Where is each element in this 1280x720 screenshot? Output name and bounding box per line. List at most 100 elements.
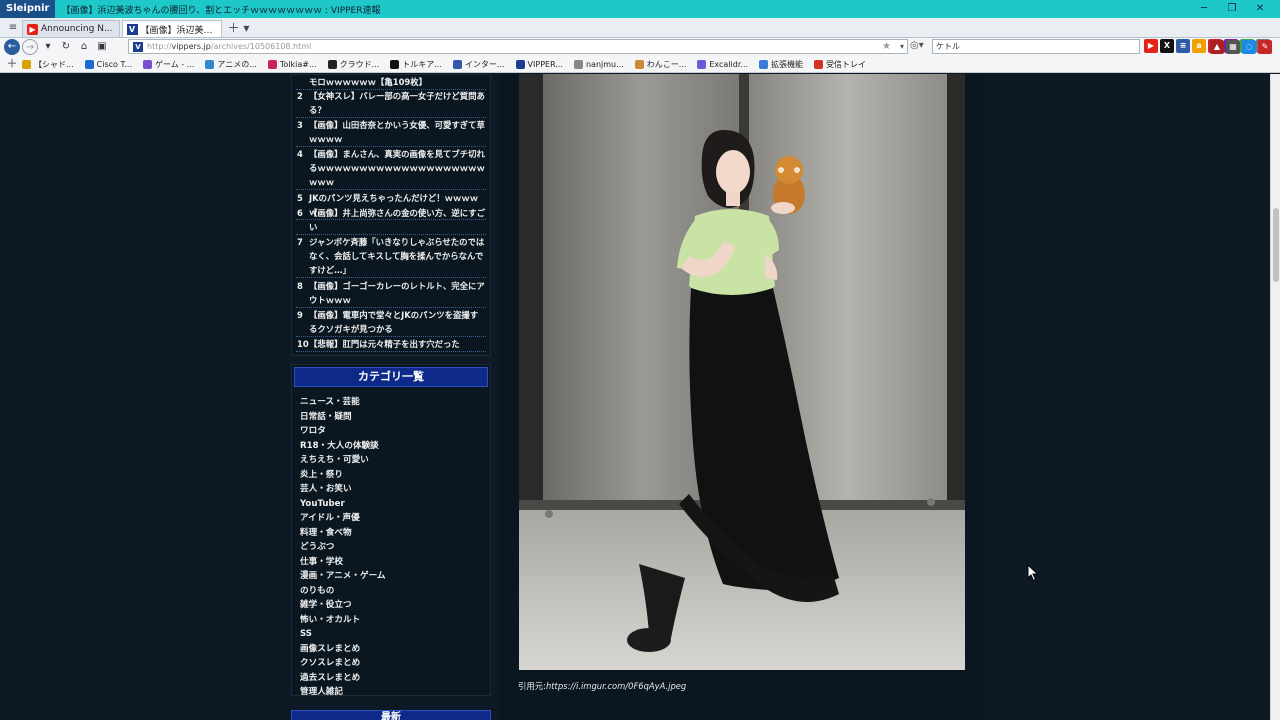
gmail-icon [814, 59, 824, 69]
ranking-title-link[interactable]: 【画像】ゴーゴーカレーのレトルト、完全にアウトｗｗｗ [309, 279, 486, 307]
search-engine-icon[interactable]: ◎▾ [910, 40, 924, 51]
back-button[interactable]: ← [4, 39, 20, 55]
category-link[interactable]: クソスレまとめ [300, 656, 490, 671]
bookmark-item[interactable]: わんこー... [634, 59, 686, 70]
ranking-title-link[interactable]: 【画像】電車内で堂々とJKのパンツを盗撮するクソガキが見つかる [309, 308, 486, 336]
bookmark-item[interactable]: Excalidr... [697, 59, 748, 69]
category-link[interactable]: YouTuber [300, 497, 490, 512]
ranking-title-link[interactable]: 【画像】井上尚弥さんの金の使い方、逆にすごい [309, 206, 486, 234]
save-icon[interactable]: ▣ [94, 39, 110, 55]
ranking-item[interactable]: 6 【画像】井上尚弥さんの金の使い方、逆にすごい [296, 206, 486, 235]
history-dropdown-icon[interactable]: ▾ [40, 39, 56, 55]
minimize-button[interactable]: ─ [1190, 0, 1218, 18]
close-button[interactable]: ✕ [1246, 0, 1274, 18]
ranking-item[interactable]: モロｗｗｗｗｗｗ【亀109枚】 [296, 75, 486, 90]
bookmark-item[interactable]: トルキア... [390, 59, 442, 70]
bookmark-item[interactable]: Tolkia#... [267, 59, 317, 69]
caption-url-link[interactable]: https://i.imgur.com/0F6qAyA.jpeg [546, 681, 686, 691]
new-tab-button[interactable]: ＋ ▾ [228, 19, 250, 37]
ranking-title-link[interactable]: ジャンボケ斉藤「いきなりしゃぶらせたのではなく、会話してキスして胸を揉んでからな… [309, 235, 486, 277]
tab-vipper[interactable]: V 【画像】浜辺美波... [121, 20, 222, 37]
ranking-title-link[interactable]: 【画像】まんさん、真実の画像を見てブチ切れるｗｗｗｗｗｗｗｗｗｗｗｗｗｗｗｗｗｗ… [309, 147, 486, 189]
ranking-title-link[interactable]: 【女神スレ】バレー部の高一女子だけど質問ある？ [309, 89, 486, 117]
bookmark-item[interactable]: インター... [452, 59, 505, 70]
category-link[interactable]: R18・大人の体験談 [300, 439, 490, 454]
inter-icon [452, 59, 462, 69]
ranking-title-link[interactable]: モロｗｗｗｗｗｗ【亀109枚】 [309, 75, 486, 89]
page-scrollbar[interactable] [1270, 74, 1280, 720]
category-link[interactable]: 雑学・役立つ [300, 598, 490, 613]
category-link[interactable]: 芸人・お笑い [300, 482, 490, 497]
category-link[interactable]: のりもの [300, 584, 490, 599]
bookmark-item[interactable]: ゲーム - ... [143, 59, 194, 70]
category-link[interactable]: 画像スレまとめ [300, 642, 490, 657]
bookmark-item[interactable]: アニメの... [205, 59, 257, 70]
amazon-icon[interactable]: a [1192, 39, 1206, 53]
bookmark-item[interactable]: クラウド... [327, 59, 379, 70]
category-link[interactable]: えちえち・可愛い [300, 453, 490, 468]
article-photo[interactable] [519, 74, 965, 670]
tab-menu-icon[interactable]: ≡ [4, 19, 22, 37]
category-link[interactable]: 料理・食べ物 [300, 526, 490, 541]
addon-icon[interactable]: ▲ [1210, 40, 1224, 54]
category-header: カテゴリ一覧 [294, 367, 488, 387]
address-bar[interactable]: V http:// vippers.jp /archives/10506108.… [128, 39, 908, 54]
bookmark-label: 受信トレイ [826, 59, 867, 69]
ranking-number: 6 [297, 208, 303, 218]
youtube-icon[interactable]: ▶ [1144, 39, 1158, 53]
bookmark-item[interactable]: VIPPER... [515, 59, 563, 69]
sidebar: モロｗｗｗｗｗｗ【亀109枚】 2 【女神スレ】バレー部の高一女子だけど質問ある？ 3… [291, 74, 491, 720]
category-link[interactable]: どうぶつ [300, 540, 490, 555]
bookmark-label: Tolkia#... [279, 59, 317, 69]
category-link[interactable]: 漫画・アニメ・ゲーム [300, 569, 490, 584]
scrollbar-thumb[interactable] [1273, 208, 1279, 282]
app-name-badge[interactable]: Sleipnir [0, 0, 56, 18]
grid-icon[interactable]: ▦ [1226, 40, 1240, 54]
bookmark-label: 拡張機能 [771, 59, 804, 69]
bookmark-item[interactable]: 【シャド... [22, 59, 74, 70]
bookmark-item[interactable]: 受信トレイ [814, 59, 866, 70]
category-link[interactable]: 日常話・疑問 [300, 410, 490, 425]
category-link[interactable]: 炎上・祭り [300, 468, 490, 483]
category-link[interactable]: 怖い・オカルト [300, 613, 490, 628]
forward-button[interactable]: → [22, 39, 38, 55]
bookmark-item[interactable]: Cisco T... [84, 59, 132, 69]
category-link[interactable]: アイドル・声優 [300, 511, 490, 526]
ranking-item[interactable]: 3 【画像】山田杏奈とかいう女優、可愛すぎて草ｗｗｗｗ [296, 118, 486, 147]
category-link[interactable]: 仕事・学校 [300, 555, 490, 570]
vipper-icon: V [133, 41, 143, 52]
game-icon [143, 59, 153, 69]
bookmark-item[interactable]: nanjmu... [573, 59, 624, 69]
ranking-item[interactable]: 10 【悲報】肛門は元々精子を出す穴だった [296, 337, 486, 352]
bookmark-star-icon[interactable]: ★ [882, 40, 891, 53]
url-dropdown-icon[interactable]: ▾ [900, 40, 904, 53]
sync-icon[interactable]: ◌ [1242, 40, 1256, 54]
ranking-item[interactable]: 4 【画像】まんさん、真実の画像を見てブチ切れるｗｗｗｗｗｗｗｗｗｗｗｗｗｗｗｗｗ… [296, 147, 486, 190]
news-icon[interactable]: ≡ [1176, 39, 1190, 53]
category-link[interactable]: 過去スレまとめ [300, 671, 490, 686]
x-icon[interactable]: X [1160, 39, 1174, 53]
reload-button[interactable]: ↻ [58, 39, 74, 55]
category-link[interactable]: 管理人雑記 [300, 685, 490, 700]
ranking-item[interactable]: 2 【女神スレ】バレー部の高一女子だけど質問ある？ [296, 89, 486, 118]
search-input[interactable]: ケトル [932, 39, 1140, 54]
restore-button[interactable]: ❐ [1218, 0, 1246, 18]
bookmark-label: nanjmu... [585, 59, 624, 69]
category-link[interactable]: ニュース・芸能 [300, 395, 490, 410]
ranking-title-link[interactable]: 【悲報】肛門は元々精子を出す穴だった [309, 337, 486, 351]
tab-youtube[interactable]: ▶ Announcing N... [22, 20, 120, 37]
ranking-item[interactable]: 8 【画像】ゴーゴーカレーのレトルト、完全にアウトｗｗｗ [296, 279, 486, 308]
ranking-number: 4 [297, 149, 303, 159]
bookmark-item[interactable]: 拡張機能 [759, 59, 803, 70]
image-caption: 引用元:https://i.imgur.com/0F6qAyA.jpeg [518, 680, 686, 692]
home-button[interactable]: ⌂ [76, 39, 92, 55]
ranking-item[interactable]: 9 【画像】電車内で堂々とJKのパンツを盗撮するクソガキが見つかる [296, 308, 486, 337]
ranking-title-link[interactable]: 【画像】山田杏奈とかいう女優、可愛すぎて草ｗｗｗｗ [309, 118, 486, 146]
category-link[interactable]: ワロタ [300, 424, 490, 439]
category-link[interactable]: SS [300, 627, 490, 642]
window-controls: ─ ❐ ✕ [1190, 0, 1274, 18]
ranking-item[interactable]: 7 ジャンボケ斉藤「いきなりしゃぶらせたのではなく、会話してキスして胸を揉んでから… [296, 235, 486, 278]
add-bookmark-icon[interactable]: ＋ [4, 56, 20, 72]
edit-icon[interactable]: ✎ [1258, 40, 1272, 54]
window-titlebar: Sleipnir 【画像】浜辺美波ちゃんの腰回り、割とエッチｗｗｗｗｗｗｗｗ :… [0, 0, 1280, 18]
